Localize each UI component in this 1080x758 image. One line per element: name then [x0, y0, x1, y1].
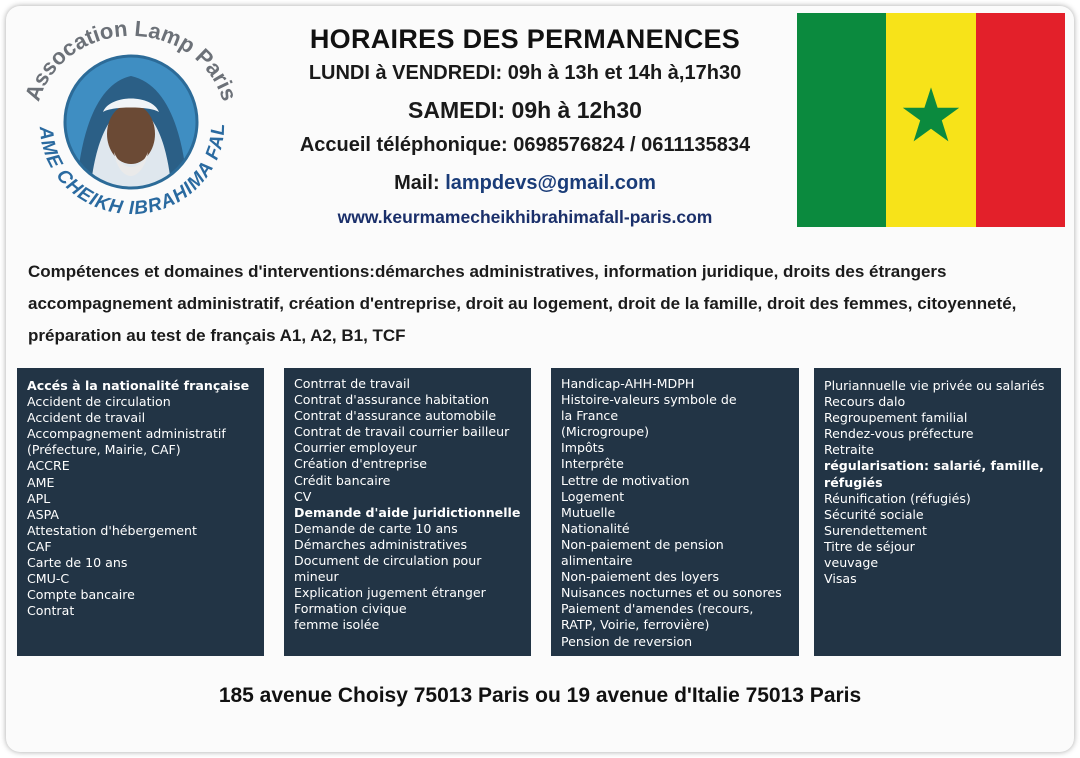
service-item: veuvage [824, 555, 879, 571]
service-item: Regroupement familial [824, 410, 968, 426]
saturday-hours: SAMEDI: 09h à 12h30 [408, 97, 642, 123]
service-item: Impôts [561, 440, 605, 456]
page-title: HORAIRES DES PERMANENCES [309, 24, 741, 54]
service-item: Surendettement [824, 522, 927, 538]
service-item: Pluriannuelle vie privée ou salariés [824, 378, 1045, 393]
service-item: AME [27, 474, 55, 490]
service-item: Demande de carte 10 ans [294, 520, 458, 536]
schedule-header: HORAIRES DES PERMANENCES LUNDI à VENDRED… [250, 22, 800, 228]
service-item: CAF [27, 538, 52, 554]
services-column-2: Contrrat de travail Contrat d'assurance h… [284, 368, 531, 656]
weekday-hours: LUNDI à VENDREDI: 09h à 13h et 14h à,17h… [308, 62, 742, 84]
mail-line: Mail: lampdevs@gmail.com [250, 170, 800, 196]
service-item: Attestation d'hébergement [27, 522, 197, 538]
service-item: APL [27, 490, 51, 506]
service-item: alimentaire [561, 553, 633, 569]
service-item: Mutuelle [561, 504, 616, 520]
service-item: ACCRE [27, 458, 70, 474]
service-item: Accompagnement administratif [27, 426, 226, 442]
service-item: RATP, Voirie, ferrovière) [561, 617, 710, 633]
association-logo: Assocation Lamp Paris MAME CHEIKH IBRAHI… [18, 14, 242, 219]
service-item: Lettre de motivation [561, 472, 690, 488]
phone-line: Accueil téléphonique: 0698576824 / 06111… [299, 134, 751, 156]
flag-red-band [975, 13, 1065, 227]
service-item: ASPA [27, 506, 60, 522]
service-item: mineur [294, 569, 339, 585]
service-item: Retraite [824, 442, 874, 458]
service-item: Non-paiement des loyers [561, 569, 719, 585]
service-item: Contrat d'assurance habitation [294, 392, 490, 408]
service-item: Document de circulation pour [294, 553, 482, 569]
service-item: (Préfecture, Mairie, CAF) [27, 442, 181, 458]
services-column-1: Accés à la nationalité française Accident… [17, 368, 264, 656]
service-item: Crédit bancaire [294, 472, 391, 488]
service-item: Handicap-AHH-MDPH [561, 376, 695, 391]
service-item: Demande d'aide juridictionnelle [294, 504, 521, 520]
service-item: Logement [561, 488, 625, 504]
service-item: réfugiés [824, 474, 883, 490]
mail-label: Mail: [394, 172, 446, 194]
mail-address: lampdevs@gmail.com [445, 172, 656, 194]
senegal-flag [797, 13, 1065, 227]
service-item: femme isolée [294, 617, 380, 633]
service-item: Contrat d'assurance automobile [294, 408, 497, 424]
service-item: Sécurité sociale [824, 506, 924, 522]
service-item: Courrier employeur [294, 440, 417, 456]
service-item: Formation civique [294, 601, 407, 617]
service-item: Contrat de travail courrier bailleur [294, 424, 510, 440]
service-item: Création d'entreprise [294, 456, 428, 472]
service-item: Nationalité [561, 520, 630, 536]
service-item: Histoire-valeurs symbole de [561, 392, 737, 408]
services-column-3: Handicap-AHH-MDPH Histoire-valeurs symbol… [551, 368, 799, 656]
service-item: Non-paiement de pension [561, 536, 724, 552]
service-item: Nuisances nocturnes et ou sonores [561, 585, 782, 601]
service-item: Démarches administratives [294, 536, 468, 552]
service-item: Accident de circulation [27, 394, 171, 410]
star-icon [902, 87, 960, 142]
service-item: Pension de reversion [561, 633, 693, 649]
service-item: Compte bancaire [27, 587, 135, 603]
service-item: Visas [824, 571, 857, 587]
service-item: la France [561, 408, 619, 424]
website-url: www.keurmamecheikhibrahimafall-paris.com [337, 207, 713, 227]
service-item: Réunification (réfugiés) [824, 490, 971, 506]
service-item: Contrat [27, 603, 75, 619]
service-item: Explication jugement étranger [294, 585, 486, 601]
service-item: Titre de séjour [824, 538, 915, 554]
service-item: Accident de travail [27, 410, 146, 426]
footer-address: 185 avenue Choisy 75013 Paris ou 19 aven… [218, 684, 862, 707]
service-item: régularisation: salarié, famille, [824, 458, 1044, 474]
service-item: Carte de 10 ans [27, 555, 128, 571]
service-item: Accés à la nationalité française [27, 378, 250, 393]
service-item: Rendez-vous préfecture [824, 426, 974, 442]
service-item: (Microgroupe) [561, 424, 650, 440]
flag-green-band [797, 13, 887, 227]
service-item: Interprête [561, 456, 624, 472]
service-item: Contrrat de travail [294, 376, 410, 391]
service-item: CMU-C [27, 571, 70, 587]
service-item: Recours dalo [824, 394, 906, 410]
skills-paragraph: Compétences et domaines d'interventions:… [28, 262, 1017, 345]
service-item: Paiement d'amendes (recours, [561, 601, 754, 617]
services-column-4: Pluriannuelle vie privée ou salariés Reco… [814, 368, 1061, 656]
service-item: CV [294, 488, 312, 504]
